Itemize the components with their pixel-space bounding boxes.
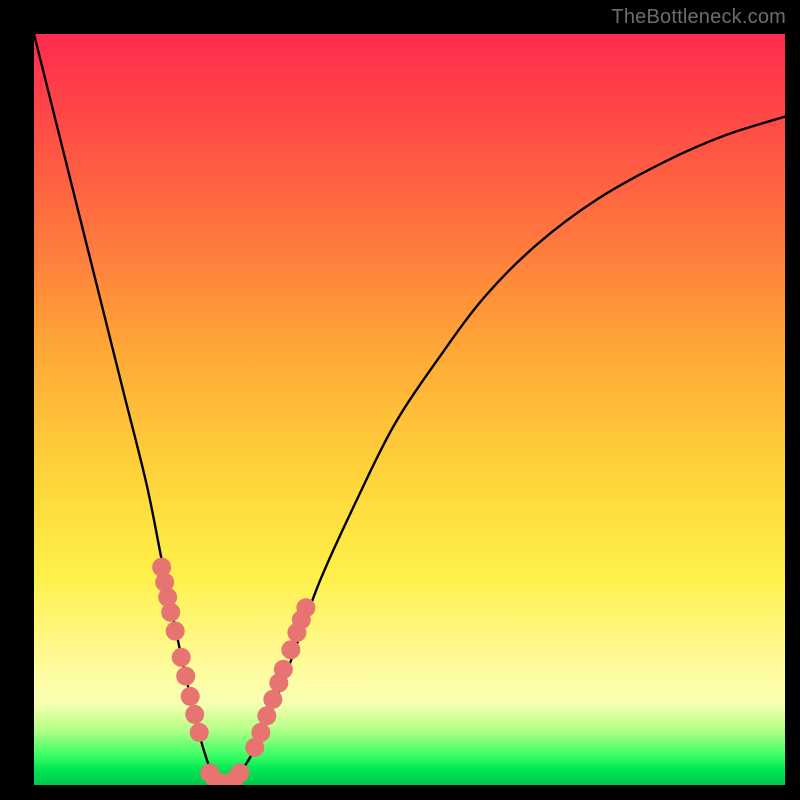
watermark-text: TheBottleneck.com — [611, 6, 786, 29]
data-dots — [152, 558, 315, 785]
data-dot — [296, 598, 315, 617]
data-dot — [274, 660, 293, 679]
data-dot — [166, 622, 185, 641]
data-dot — [190, 723, 209, 742]
data-dot — [281, 640, 300, 659]
data-dot — [257, 706, 276, 725]
data-dot — [172, 648, 191, 667]
plot-area — [34, 34, 785, 785]
data-dot — [161, 603, 180, 622]
chart-frame: TheBottleneck.com — [0, 0, 800, 800]
data-dot — [181, 687, 200, 706]
data-dot — [176, 667, 195, 686]
data-dot — [251, 723, 270, 742]
data-dot — [263, 690, 282, 709]
data-dot — [230, 763, 249, 782]
data-dot — [185, 705, 204, 724]
bottleneck-curve — [34, 34, 785, 785]
chart-svg — [34, 34, 785, 785]
